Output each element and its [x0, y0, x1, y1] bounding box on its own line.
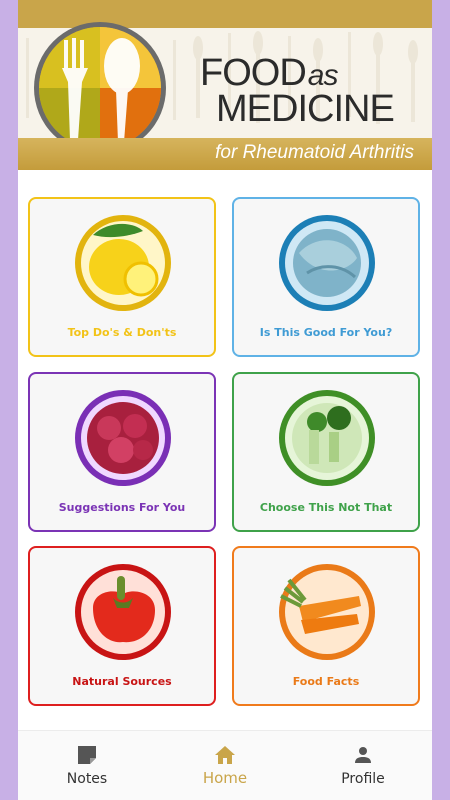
- nav-home[interactable]: Home: [156, 731, 294, 800]
- broccoli-icon: [279, 390, 375, 486]
- note-icon: [78, 746, 96, 764]
- card-label: Top Do's & Don'ts: [67, 326, 177, 339]
- card-choose-this[interactable]: Choose This Not That: [232, 372, 420, 532]
- card-food-facts[interactable]: Food Facts: [232, 546, 420, 706]
- card-label: Natural Sources: [72, 675, 172, 688]
- card-is-this-good[interactable]: Is This Good For You?: [232, 197, 420, 357]
- app-subtitle: for Rheumatoid Arthritis: [215, 142, 414, 163]
- card-natural-sources[interactable]: Natural Sources: [28, 546, 216, 706]
- carrot-icon: [279, 564, 375, 660]
- card-suggestions[interactable]: Suggestions For You: [28, 372, 216, 532]
- nav-profile-label: Profile: [341, 771, 385, 787]
- cabbage-icon: [279, 215, 375, 311]
- app-header: FOODas MEDICINE for Rheumatoid Arthritis: [18, 22, 432, 170]
- app-title-line2: MEDICINE: [216, 88, 395, 130]
- person-icon: [355, 747, 371, 763]
- nav-profile[interactable]: Profile: [294, 731, 432, 800]
- pepper-icon: [75, 564, 171, 660]
- card-label: Food Facts: [292, 675, 360, 688]
- card-top-dos-donts[interactable]: Top Do's & Don'ts: [28, 197, 216, 357]
- food-as-medicine-logo: [34, 22, 166, 154]
- home-icon: [215, 746, 235, 764]
- card-label: Suggestions For You: [58, 501, 186, 514]
- raspberry-icon: [75, 390, 171, 486]
- card-label: Is This Good For You?: [259, 326, 393, 339]
- subtitle-band: for Rheumatoid Arthritis: [18, 138, 432, 170]
- nav-notes[interactable]: Notes: [18, 731, 156, 800]
- app-screen: FOODas MEDICINE for Rheumatoid Arthritis…: [18, 0, 432, 800]
- nav-notes-label: Notes: [66, 771, 108, 787]
- lemon-icon: [75, 215, 171, 311]
- bottom-navigation: Notes Home Profile: [18, 730, 432, 800]
- card-label: Choose This Not That: [259, 501, 393, 514]
- nav-home-label: Home: [202, 769, 248, 787]
